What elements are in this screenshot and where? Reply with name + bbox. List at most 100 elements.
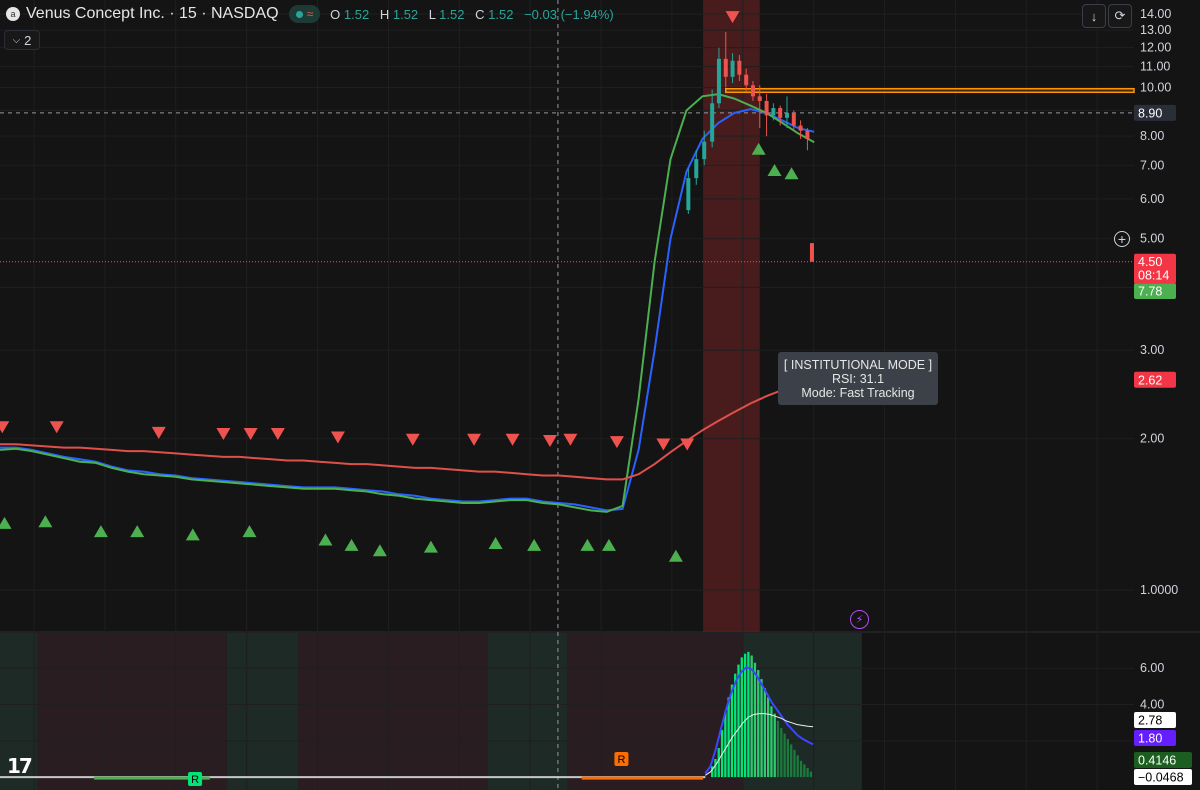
price-pane	[0, 11, 1135, 562]
oscillator-price-label: 0.4146	[1138, 754, 1176, 768]
histogram-bar	[776, 720, 780, 778]
buy-signal-icon	[130, 525, 145, 538]
close-value: 1.52	[488, 6, 514, 22]
histogram-bar	[793, 749, 796, 778]
candle-body	[737, 60, 742, 75]
sell-signal-icon	[563, 433, 578, 446]
histogram-bar	[799, 760, 803, 778]
price-axis-tick: 14.00	[1140, 7, 1171, 21]
close-label: C	[475, 6, 485, 22]
histogram-bar	[809, 771, 813, 778]
add-alert-plus-icon[interactable]: +	[1114, 231, 1130, 247]
buy-signal-icon	[318, 533, 333, 546]
price-label: 2.62	[1138, 373, 1162, 387]
price-axis-tick: 6.00	[1140, 192, 1164, 206]
red_ma-line	[0, 378, 815, 481]
buy-signal-icon	[372, 544, 387, 557]
histogram-bar	[760, 679, 763, 778]
lightning-event-icon[interactable]: ⚡	[850, 610, 869, 629]
resistance-zone	[725, 88, 1135, 94]
buy-signal-icon	[784, 167, 799, 180]
reload-button[interactable]: ⟳	[1108, 4, 1132, 28]
price-axis-tick: 8.00	[1140, 129, 1164, 143]
sell-signal-icon	[216, 427, 231, 440]
histogram-bar	[740, 657, 743, 778]
histogram-bar	[727, 697, 730, 778]
buy-signal-icon	[38, 515, 53, 528]
wave-icon: ≈	[306, 7, 314, 21]
sell-signal-icon	[243, 427, 258, 440]
histogram-bar	[783, 733, 786, 778]
sell-signal-icon	[49, 421, 64, 434]
price-axis-tick: 13.00	[1140, 23, 1171, 37]
histogram-bar	[806, 768, 809, 778]
candle-body	[716, 58, 721, 104]
histogram-bar	[786, 739, 790, 778]
candle-body	[805, 130, 810, 139]
background-layer	[0, 0, 1200, 790]
indicators-toggle[interactable]: ⌵ 2	[4, 30, 40, 50]
price-label: 7.78	[1138, 285, 1162, 299]
market-status-pill[interactable]: ≈	[288, 5, 321, 23]
chart-canvas[interactable]: R R 14.00 13.00 12.00 11.00 10.00 8.00 7.00 6.00…	[0, 0, 1200, 790]
candle-body	[771, 108, 776, 116]
histogram-bar	[724, 711, 727, 778]
candle-body	[723, 58, 728, 77]
sell-signal-icon	[330, 431, 345, 444]
candle-body	[686, 178, 691, 211]
r-marker-label: R	[191, 774, 199, 786]
histogram-bar	[790, 744, 793, 778]
indicator-count: 2	[24, 32, 32, 48]
reload-icon: ⟳	[1114, 8, 1126, 23]
price-axis-tick: 5.00	[1140, 232, 1164, 246]
histogram-bar	[766, 697, 770, 778]
sell-signal-icon	[609, 436, 624, 449]
oscillator-price-label: 1.80	[1138, 732, 1162, 746]
buy-signal-icon	[423, 540, 438, 553]
oscillator-axis-tick: 6.00	[1140, 661, 1164, 675]
price-axis-tick: 11.00	[1140, 60, 1170, 74]
histogram-bar	[780, 728, 783, 778]
histogram-bar	[770, 706, 773, 778]
download-button[interactable]: ↓	[1082, 4, 1106, 28]
buy-signal-icon	[488, 537, 503, 550]
price-axis-tick: 2.00	[1140, 432, 1164, 446]
candle-body	[798, 125, 803, 131]
countdown-label: 08:14	[1138, 269, 1169, 283]
price-axis-tick: 10.00	[1140, 80, 1171, 94]
candle-body	[764, 100, 769, 116]
buy-signal-icon	[93, 525, 108, 538]
market-open-dot-icon	[295, 10, 303, 18]
histogram-bar	[796, 755, 799, 778]
sell-signal-icon	[505, 433, 520, 446]
last-price-label: 4.50	[1138, 255, 1162, 269]
symbol-title[interactable]: Venus Concept Inc. · 15 · NASDAQ	[26, 5, 279, 23]
download-icon: ↓	[1090, 8, 1098, 24]
price-axis-tick: 7.00	[1140, 158, 1164, 172]
buy-signal-icon	[0, 516, 12, 529]
tooltip-mode-title: [ INSTITUTIONAL MODE ]	[783, 358, 933, 372]
sell-signal-icon	[405, 433, 420, 446]
tooltip-mode: Mode: Fast Tracking	[801, 386, 915, 400]
candle-body	[784, 112, 789, 118]
candle-body	[710, 103, 715, 142]
company-logo-icon: a	[6, 7, 20, 21]
oscillator-tint-1	[37, 633, 227, 790]
buy-signal-icon	[668, 549, 683, 562]
buy-signal-icon	[601, 538, 616, 551]
sell-signal-icon	[467, 433, 482, 446]
sell-signal-icon	[0, 421, 10, 434]
tooltip-rsi: RSI: 31.1	[831, 372, 885, 386]
buy-signal-icon	[242, 525, 257, 538]
histogram-bar	[757, 670, 760, 778]
sell-signal-icon	[270, 427, 285, 440]
histogram-bar	[753, 662, 757, 778]
candle-body	[694, 159, 699, 179]
indicator-tooltip: [ INSTITUTIONAL MODE ] RSI: 31.1 Mode: F…	[778, 352, 938, 405]
buy-signal-icon	[185, 528, 200, 541]
ohlc-readout: O 1.52 H 1.52 L 1.52 C 1.52 −0.03 (−1.94…	[330, 7, 614, 22]
tradingview-logo-icon[interactable]: 17	[7, 754, 33, 778]
histogram-bar	[747, 651, 750, 778]
low-label: L	[428, 6, 436, 22]
oscillator-tint-4	[487, 633, 567, 790]
